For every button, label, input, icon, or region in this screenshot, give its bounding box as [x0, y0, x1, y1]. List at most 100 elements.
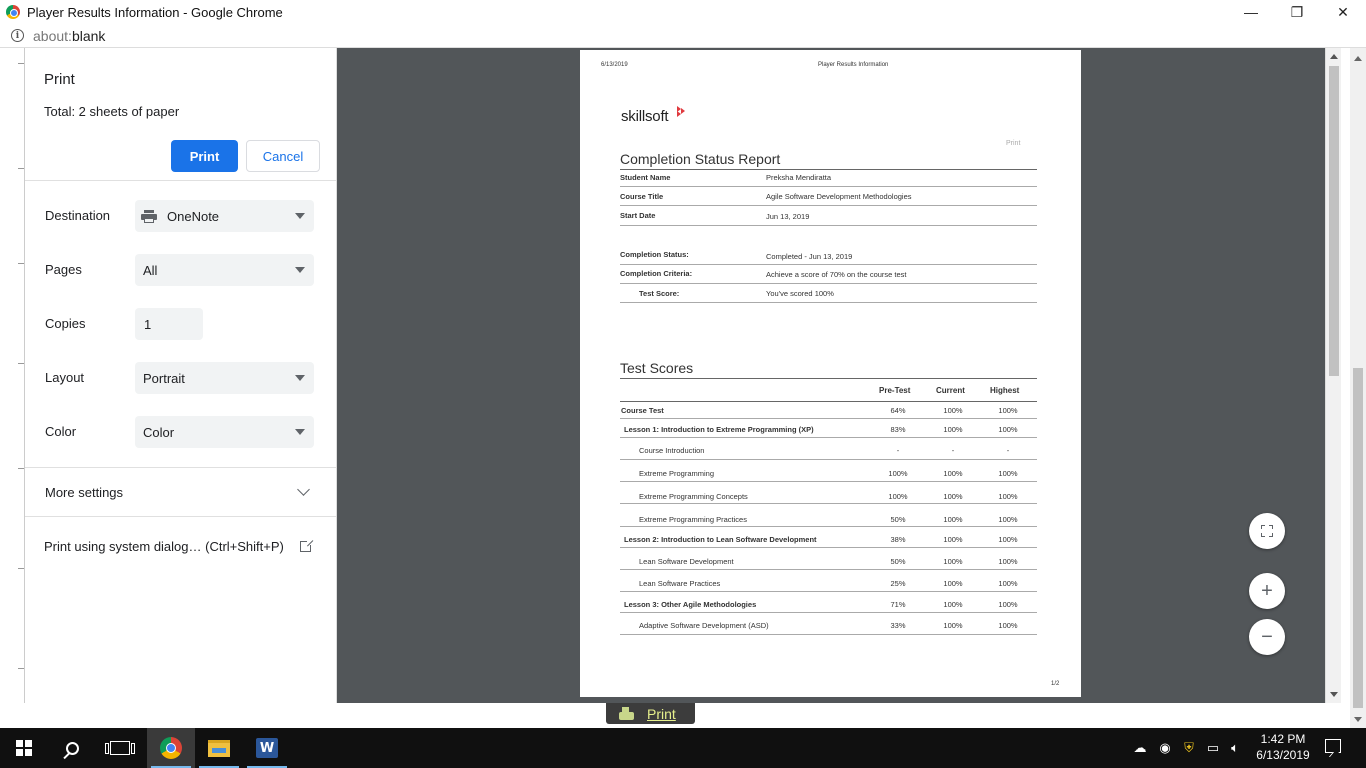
pages-value: All [143, 262, 158, 278]
rule [620, 569, 1037, 570]
score-cell-high: 100% [998, 600, 1018, 609]
score-cell-cur: 100% [943, 535, 963, 544]
folder-icon [208, 739, 230, 757]
system-clock[interactable]: 1:42 PM 6/13/2019 [1246, 728, 1320, 768]
page-print-tab[interactable]: Print [606, 703, 695, 724]
info-label: Student Name [620, 173, 671, 182]
rule [620, 612, 1037, 613]
restore-button[interactable]: ❐ [1274, 0, 1320, 24]
rule [620, 526, 1037, 527]
chevron-down-icon[interactable] [297, 483, 310, 496]
score-row-name: Extreme Programming Practices [639, 515, 747, 524]
network-globe-icon[interactable]: ◉ [1155, 728, 1175, 768]
close-window-button[interactable]: ✕ [1320, 0, 1366, 24]
score-cell-pre: 33% [890, 621, 906, 630]
info-value: Preksha Mendiratta [766, 173, 832, 182]
url-text[interactable]: about:blank [33, 28, 105, 44]
score-cell-cur: 100% [943, 579, 963, 588]
copies-input[interactable]: 1 [135, 308, 203, 340]
scrollbar-thumb[interactable] [1353, 368, 1363, 708]
network-icon[interactable]: ▭ [1203, 728, 1223, 768]
dropdown-caret-icon [295, 267, 305, 273]
score-cell-pre: 71% [890, 600, 906, 609]
zoom-in-button[interactable]: + [1249, 573, 1285, 609]
rule [620, 418, 1037, 419]
page-header-title: Player Results Information [818, 62, 889, 68]
fit-to-page-icon [1261, 525, 1273, 537]
clock-date: 6/13/2019 [1256, 748, 1310, 762]
rule [620, 401, 1037, 402]
volume-icon[interactable]: 🔈︎ [1225, 728, 1245, 768]
info-value: Agile Software Development Methodologies [766, 192, 912, 201]
page-number: 1/2 [1051, 681, 1060, 687]
rule [620, 591, 1037, 592]
score-cell-cur: 100% [943, 515, 963, 524]
open-external-icon[interactable] [300, 539, 313, 552]
divider [25, 467, 336, 468]
score-cell-high: 100% [998, 557, 1018, 566]
scroll-down-arrow-icon[interactable] [1330, 692, 1338, 697]
report-title: Completion Status Report [620, 151, 781, 167]
scroll-up-arrow-icon[interactable] [1354, 56, 1362, 61]
score-cell-cur: 100% [943, 492, 963, 501]
scroll-down-arrow-icon[interactable] [1354, 717, 1362, 722]
score-cell-pre: - [896, 446, 900, 455]
info-icon[interactable]: i [11, 29, 24, 42]
address-bar[interactable]: i about:blank [0, 24, 1366, 48]
preview-page: 6/13/2019 Player Results Information ski… [580, 50, 1081, 697]
print-settings-panel: Print Total: 2 sheets of paper Print Can… [25, 48, 337, 703]
print-button[interactable]: Print [171, 140, 238, 172]
start-button[interactable] [0, 728, 48, 768]
score-cell-cur: 100% [943, 406, 963, 415]
task-view-button[interactable] [96, 728, 144, 768]
chrome-logo-icon [6, 5, 20, 19]
fit-to-page-button[interactable] [1249, 513, 1285, 549]
score-cell-high: - [1006, 446, 1010, 455]
column-header: Pre-Test [879, 386, 911, 395]
score-row-name: Lesson 2: Introduction to Lean Software … [624, 535, 817, 544]
score-cell-pre: 50% [890, 515, 906, 524]
score-row-name: Lean Software Development [639, 557, 734, 566]
skillsoft-logo: skillsoft [621, 108, 669, 125]
taskbar-file-explorer[interactable] [195, 728, 243, 768]
score-cell-pre: 83% [890, 425, 906, 434]
completion-value: Completed - Jun 13, 2019 [766, 252, 853, 261]
window-title: Player Results Information - Google Chro… [27, 4, 283, 20]
rule [620, 378, 1037, 379]
scroll-up-arrow-icon[interactable] [1330, 54, 1338, 59]
completion-value: You've scored 100% [766, 289, 834, 298]
more-settings-toggle[interactable]: More settings [45, 485, 123, 500]
layout-label: Layout [45, 370, 85, 385]
score-cell-high: 100% [998, 425, 1018, 434]
search-button[interactable] [48, 728, 96, 768]
minimize-button[interactable]: — [1228, 0, 1274, 24]
dropdown-caret-icon [295, 429, 305, 435]
color-label: Color [45, 424, 77, 439]
cancel-button[interactable]: Cancel [246, 140, 320, 172]
system-dialog-link[interactable]: Print using system dialog… (Ctrl+Shift+P… [44, 539, 284, 554]
zoom-out-button[interactable]: − [1249, 619, 1285, 655]
scrollbar-thumb[interactable] [1329, 66, 1339, 376]
rule [620, 634, 1037, 635]
search-icon [65, 741, 79, 755]
score-cell-high: 100% [998, 492, 1018, 501]
preview-scrollbar[interactable] [1325, 48, 1341, 703]
security-shield-icon[interactable]: ⛨ [1179, 728, 1199, 768]
score-row-name: Lean Software Practices [639, 579, 721, 588]
taskbar-chrome[interactable] [147, 728, 195, 768]
color-select[interactable]: Color [135, 416, 314, 448]
destination-select[interactable]: OneNote [135, 200, 314, 232]
print-tab-label[interactable]: Print [647, 706, 676, 722]
taskbar-word[interactable]: W [243, 728, 291, 768]
score-cell-high: 100% [998, 469, 1018, 478]
score-cell-cur: 100% [943, 469, 963, 478]
notifications-icon[interactable] [1325, 739, 1341, 753]
layout-select[interactable]: Portrait [135, 362, 314, 394]
pages-select[interactable]: All [135, 254, 314, 286]
color-value: Color [143, 424, 175, 440]
score-cell-high: 100% [998, 579, 1018, 588]
rule [620, 459, 1037, 460]
page-left-strip [0, 48, 25, 703]
cloud-icon[interactable]: ☁ [1130, 728, 1150, 768]
page-scrollbar[interactable] [1350, 48, 1366, 728]
